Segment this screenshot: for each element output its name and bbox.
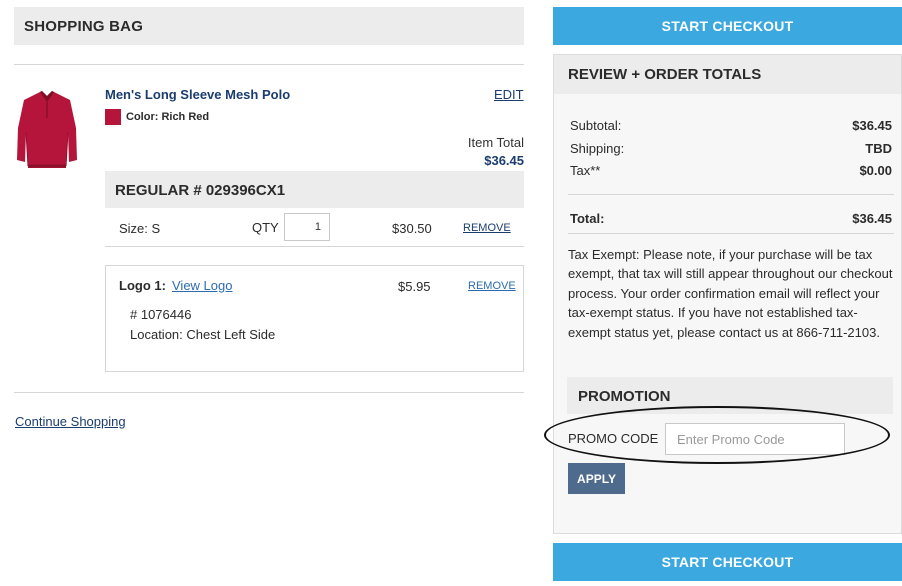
logo-price: $5.95 [398,279,431,294]
item-total-label: Item Total [467,135,524,150]
start-checkout-button-bottom[interactable]: START CHECKOUT [553,543,902,581]
apply-promo-button[interactable]: APPLY [568,463,625,494]
logo-number: # 1076446 [130,307,192,322]
divider [14,64,524,65]
view-logo-link[interactable]: View Logo [172,278,232,293]
subtotal-value: $36.45 [852,118,892,133]
shopping-bag-title: SHOPPING BAG [24,18,144,35]
color-label: Color: Rich Red [126,111,210,123]
color-swatch [105,109,121,125]
total-value: $36.45 [852,211,892,226]
subtotal-label: Subtotal: [570,118,622,133]
divider [568,233,894,234]
polo-shirt-icon [17,91,77,168]
item-total-value: $36.45 [484,153,524,168]
promo-code-label: PROMO CODE [568,431,659,446]
tax-label: Tax** [570,163,601,178]
promotion-title: PROMOTION [578,388,671,405]
shipping-value: TBD [865,141,892,156]
start-checkout-button-top[interactable]: START CHECKOUT [553,7,902,45]
tax-value: $0.00 [859,163,892,178]
regular-sku-label: REGULAR # 029396CX1 [115,182,286,199]
size-label: Size: S [119,221,161,236]
shipping-label: Shipping: [570,141,625,156]
tax-exempt-note: Tax Exempt: Please note, if your purchas… [568,247,893,340]
divider [568,194,894,195]
remove-logo-link[interactable]: REMOVE [468,280,516,292]
total-label: Total: [570,211,605,226]
edit-link[interactable]: EDIT [494,87,524,102]
remove-item-link[interactable]: REMOVE [463,222,511,234]
qty-input[interactable] [284,213,330,241]
promo-code-input[interactable] [665,423,845,455]
qty-label: QTY [252,220,279,235]
product-image[interactable] [14,88,80,172]
logo-label: Logo 1: [119,278,166,293]
product-name[interactable]: Men's Long Sleeve Mesh Polo [105,87,290,102]
review-title: REVIEW + ORDER TOTALS [568,66,762,83]
line-price: $30.50 [392,221,432,236]
logo-location: Location: Chest Left Side [130,327,276,342]
divider [14,392,524,393]
continue-shopping-link[interactable]: Continue Shopping [15,414,126,429]
divider [105,246,524,247]
